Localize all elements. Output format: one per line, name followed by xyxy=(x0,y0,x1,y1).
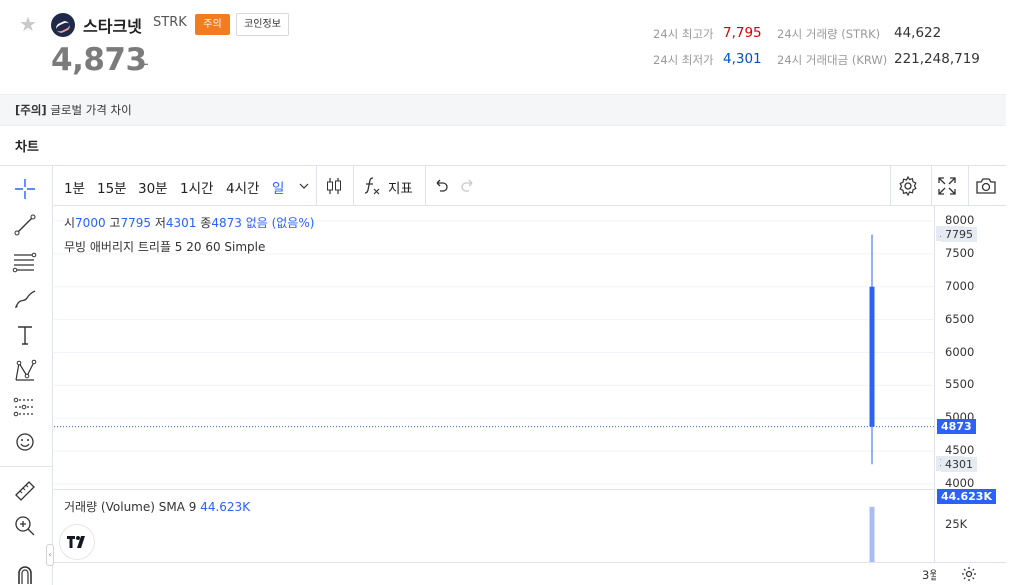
timeframe-15m[interactable]: 15분 xyxy=(97,177,127,197)
coin-name: 스타크넷 xyxy=(83,17,142,36)
open-value: 7000 xyxy=(75,216,106,230)
high-value: 7795 xyxy=(120,216,152,230)
timeframe-1m[interactable]: 1분 xyxy=(64,177,85,197)
settings-gear-icon[interactable] xyxy=(896,174,920,198)
indicator-fx-icon[interactable] xyxy=(360,174,384,198)
coin-info-button[interactable]: 코인정보 xyxy=(236,13,289,36)
last-price-tag: 4873 xyxy=(937,419,976,434)
toolbar-separator xyxy=(968,166,969,206)
toolbar-separator xyxy=(890,166,891,206)
low-value: 4301 xyxy=(165,216,197,230)
volume-legend[interactable]: 거래량 (Volume) SMA 9 44.623K xyxy=(64,498,250,515)
high-label: 고 xyxy=(109,216,121,230)
timeframe-1h[interactable]: 1시간 xyxy=(180,177,213,197)
ohlc-legend: 시7000 고7795 저4301 종4873 없음 (없음%) xyxy=(64,214,314,231)
moving-average-legend[interactable]: 무빙 애버리지 트리플 5 20 60 Simple xyxy=(64,238,265,255)
price-plot[interactable]: 시7000 고7795 저4301 종4873 없음 (없음%) 무빙 애버리지… xyxy=(54,206,934,489)
high-price-tag-value: 7795 xyxy=(941,227,977,242)
open-label: 시 xyxy=(64,216,76,230)
time-axis-label: 3월 xyxy=(922,568,936,582)
fullscreen-icon[interactable] xyxy=(935,174,959,198)
notice-text: 글로벌 가격 차이 xyxy=(50,103,132,117)
brush-tool-icon[interactable] xyxy=(12,286,38,312)
axis-settings-gear-icon[interactable] xyxy=(960,565,978,585)
volume-bar[interactable] xyxy=(869,506,875,562)
price-axis-tick: 5500 xyxy=(945,377,975,392)
low-24h-value: 4,301 xyxy=(723,51,762,67)
price-axis-tick: 6000 xyxy=(945,344,975,359)
trend-line-tool-icon[interactable] xyxy=(12,212,38,238)
low-label: 저 xyxy=(154,216,166,230)
tradingview-logo-icon[interactable] xyxy=(60,525,94,559)
coin-symbol: STRK xyxy=(153,15,187,30)
close-value: 4873 xyxy=(211,216,242,230)
time-axis[interactable]: 3월 xyxy=(54,562,1006,585)
toolbar-separator xyxy=(425,166,426,206)
price-axis-tick: 7000 xyxy=(945,278,975,293)
chart-toolbar: 1분 15분 30분 1시간 4시간 일 지표 xyxy=(54,166,1006,206)
magnet-tool-icon[interactable] xyxy=(12,560,38,585)
low-price-tag-value: 4301 xyxy=(941,457,977,472)
volume-legend-value: 44.623K xyxy=(200,500,251,514)
notice-bar: [주의] 글로벌 가격 차이 xyxy=(0,94,1006,126)
low-24h-label: 24시 최저가 xyxy=(653,53,714,67)
price-change: - xyxy=(143,54,149,73)
favorite-star-icon[interactable]: ★ xyxy=(17,13,39,35)
indicator-button[interactable]: 지표 xyxy=(388,177,413,197)
redo-icon[interactable] xyxy=(456,174,480,198)
timeframe-4h[interactable]: 4시간 xyxy=(226,177,259,197)
candle-type-icon[interactable] xyxy=(322,174,346,198)
emoji-tool-icon[interactable] xyxy=(12,429,38,455)
coin-logo-icon xyxy=(51,13,75,37)
ruler-tool-icon[interactable] xyxy=(12,478,38,504)
pattern-tool-icon[interactable] xyxy=(12,358,38,384)
price-axis-tick: 8000 xyxy=(945,213,975,227)
close-label: 종 xyxy=(200,216,212,230)
crosshair-tool-icon[interactable] xyxy=(12,176,38,202)
high-24h-label: 24시 최고가 xyxy=(653,27,714,41)
text-tool-icon[interactable] xyxy=(12,322,38,348)
price-axis-tick: 4000 xyxy=(945,476,975,490)
price-axis-tick: 7500 xyxy=(945,245,975,260)
caution-badge: 주의 xyxy=(195,14,230,35)
price-axis-tick: 6500 xyxy=(945,311,975,326)
camera-snapshot-icon[interactable] xyxy=(974,174,998,198)
toolbar-separator xyxy=(931,166,932,206)
volume-24h-label: 24시 거래량 (STRK) xyxy=(777,27,881,41)
candle-body[interactable] xyxy=(869,286,875,427)
timeframe-day[interactable]: 일 xyxy=(272,177,284,197)
chevron-down-icon[interactable] xyxy=(292,174,316,198)
amount-24h-label: 24시 거래대금 (KRW) xyxy=(777,53,888,67)
high-24h-value: 7,795 xyxy=(723,25,762,41)
undo-icon[interactable] xyxy=(429,174,453,198)
toolbar-separator xyxy=(353,166,354,206)
notice-tag: [주의] xyxy=(15,103,47,117)
toolbar-separator xyxy=(316,166,317,206)
timeframe-30m[interactable]: 30분 xyxy=(138,177,168,197)
chart-widget: ‹ 1분 15분 30분 1시간 4시간 일 지표 시7000 고7795 저4… xyxy=(0,165,1006,585)
volume-axis-tick: 25K xyxy=(945,517,968,531)
tool-separator xyxy=(0,466,53,467)
volume-legend-label: 거래량 (Volume) SMA 9 xyxy=(64,500,197,514)
zoom-in-tool-icon[interactable] xyxy=(12,513,38,539)
current-price: 4,873 xyxy=(51,42,147,78)
volume-24h-value: 44,622 xyxy=(894,25,942,41)
chart-section-title: 차트 xyxy=(15,140,39,155)
volume-pane[interactable]: 거래량 (Volume) SMA 9 44.623K xyxy=(54,489,934,562)
amount-24h-value: 221,248,719 xyxy=(894,51,980,67)
collapse-toolbar-chevron-icon[interactable]: ‹ xyxy=(46,544,54,566)
drawing-toolbar: ‹ xyxy=(0,166,54,585)
coin-header: ★ 스타크넷 STRK 주의 코인정보 4,873 - 24시 최고가 7,79… xyxy=(0,0,1006,94)
fib-retracement-tool-icon[interactable] xyxy=(12,249,38,275)
prediction-tool-icon[interactable] xyxy=(12,394,38,420)
change-value: 없음 (없음%) xyxy=(245,216,315,230)
volume-price-tag: 44.623K xyxy=(937,489,996,504)
price-axis[interactable]: 800075007000650060005500500045004000 고가 … xyxy=(934,206,1006,562)
